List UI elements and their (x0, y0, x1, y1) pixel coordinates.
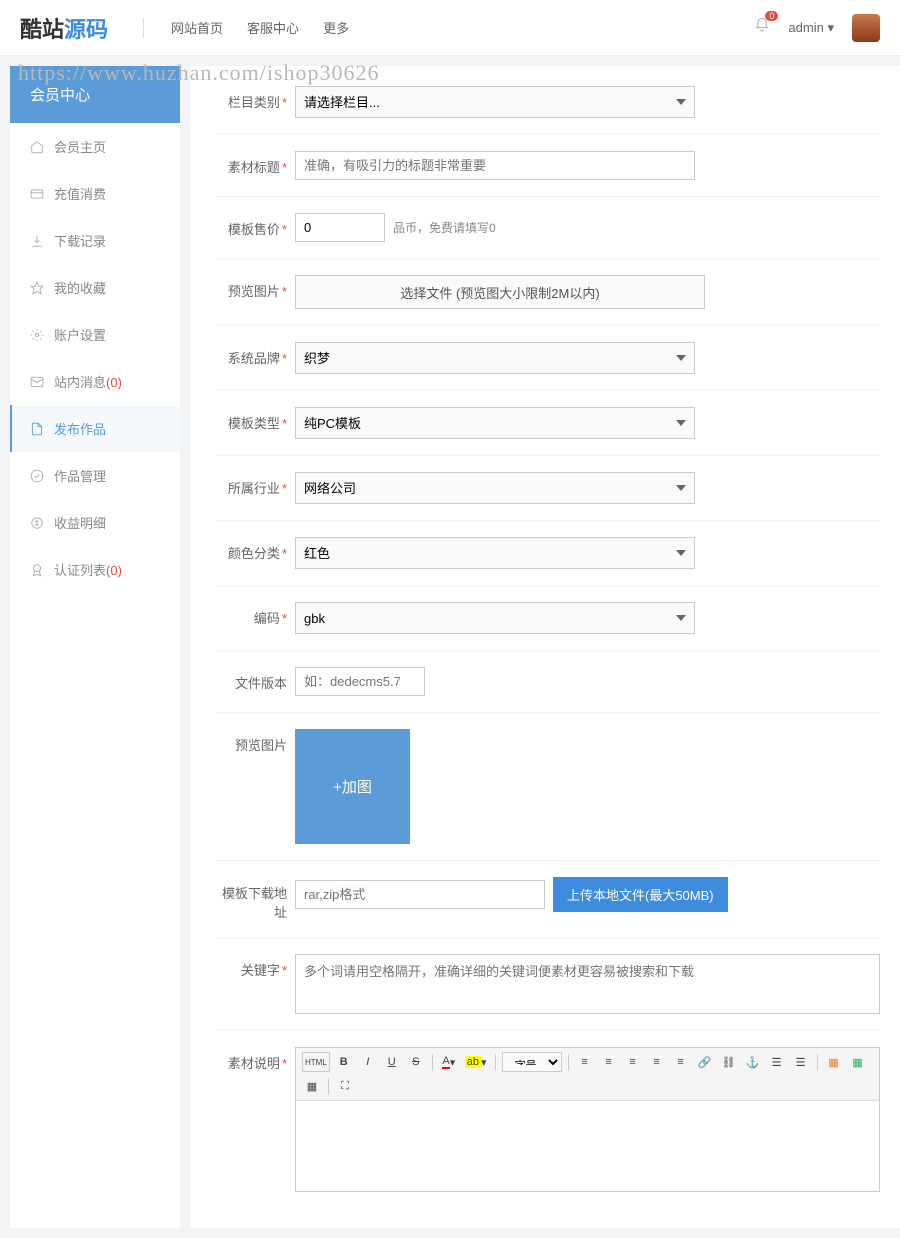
label-preview: 预览图片* (215, 275, 295, 300)
label-encoding: 编码* (215, 602, 295, 627)
fontcolor-icon[interactable]: A▾ (439, 1052, 459, 1072)
input-version[interactable] (295, 667, 425, 696)
sidebar-item-label: 充值消费 (54, 184, 106, 203)
align-left-icon[interactable]: ≡ (623, 1052, 643, 1072)
strike-icon[interactable]: S (406, 1052, 426, 1072)
label-brand: 系统品牌* (215, 342, 295, 367)
select-industry[interactable]: 网络公司 (295, 472, 695, 504)
label-category: 栏目类别* (215, 86, 295, 111)
textarea-keywords[interactable] (295, 954, 880, 1014)
gear-icon (30, 328, 44, 342)
italic-icon[interactable]: I (358, 1052, 378, 1072)
check-icon (30, 469, 44, 483)
editor-body[interactable] (296, 1101, 879, 1191)
avatar[interactable] (852, 14, 880, 42)
sidebar-item-label: 我的收藏 (54, 278, 106, 297)
outdent-icon[interactable]: ≡ (599, 1052, 619, 1072)
sidebar-item-label: 认证列表(0) (54, 560, 122, 579)
bell-icon[interactable]: 0 (754, 17, 770, 38)
anchor-icon[interactable]: ⚓ (743, 1052, 763, 1072)
sidebar-item-6[interactable]: 发布作品 (10, 405, 180, 452)
fullscreen-icon[interactable]: ⛶ (335, 1076, 355, 1096)
sidebar-item-label: 收益明细 (54, 513, 106, 532)
html-source-icon[interactable]: HTML (302, 1052, 330, 1072)
list-ol-icon[interactable]: ☰ (767, 1052, 787, 1072)
badge-icon (30, 563, 44, 577)
home-icon (30, 140, 44, 154)
input-price[interactable] (295, 213, 385, 242)
sidebar-item-label: 会员主页 (54, 137, 106, 156)
rich-editor: HTML B I U S A▾ ab▾ 字号 ≡ ≡ ≡ (295, 1047, 880, 1192)
notif-badge: 0 (765, 11, 778, 21)
label-price: 模板售价* (215, 213, 295, 238)
list-ul-icon[interactable]: ☰ (791, 1052, 811, 1072)
add-image-button[interactable]: +加图 (295, 729, 410, 844)
input-download[interactable] (295, 880, 545, 909)
label-title: 素材标题* (215, 151, 295, 176)
coin-icon (30, 516, 44, 530)
underline-icon[interactable]: U (382, 1052, 402, 1072)
bgcolor-icon[interactable]: ab▾ (463, 1052, 489, 1072)
align-right-icon[interactable]: ≡ (671, 1052, 691, 1072)
label-version: 文件版本 (215, 667, 295, 692)
table-icon[interactable]: ▦ (302, 1076, 322, 1096)
link-icon[interactable]: 🔗 (695, 1052, 715, 1072)
sidebar-item-7[interactable]: 作品管理 (10, 452, 180, 499)
sidebar-item-label: 下载记录 (54, 231, 106, 250)
nav-service[interactable]: 客服中心 (247, 18, 299, 37)
sidebar-item-label: 账户设置 (54, 325, 106, 344)
nav-more[interactable]: 更多 (323, 18, 349, 37)
label-desc: 素材说明* (215, 1047, 295, 1072)
sidebar-title: 会员中心 (10, 66, 180, 123)
sidebar-item-8[interactable]: 收益明细 (10, 499, 180, 546)
top-header: 酷站源码 网站首页 客服中心 更多 0 admin ▾ (0, 0, 900, 56)
sidebar-item-0[interactable]: 会员主页 (10, 123, 180, 170)
fontsize-select[interactable]: 字号 (502, 1052, 562, 1072)
upload-button[interactable]: 上传本地文件(最大50MB) (553, 877, 728, 912)
credit-icon (30, 187, 44, 201)
file-select-button[interactable]: 选择文件 (预览图大小限制2M以内) (295, 275, 705, 309)
main-form: 栏目类别* 请选择栏目... 素材标题* 模板售价* 品币，免费请填写0 预览图… (190, 66, 900, 1228)
nav-home[interactable]: 网站首页 (171, 18, 223, 37)
label-download: 模板下载地址 (215, 877, 295, 921)
download-icon (30, 234, 44, 248)
select-category[interactable]: 请选择栏目... (295, 86, 695, 118)
label-previewimg: 预览图片 (215, 729, 295, 754)
hint-price: 品币，免费请填写0 (393, 219, 496, 236)
select-encoding[interactable]: gbk (295, 602, 695, 634)
sidebar-item-9[interactable]: 认证列表(0) (10, 546, 180, 593)
doc-icon (30, 422, 44, 436)
input-title[interactable] (295, 151, 695, 180)
select-brand[interactable]: 织梦 (295, 342, 695, 374)
image-icon[interactable]: ▦ (824, 1052, 844, 1072)
sidebar-item-5[interactable]: 站内消息(0) (10, 358, 180, 405)
indent-icon[interactable]: ≡ (575, 1052, 595, 1072)
sidebar-item-1[interactable]: 充值消费 (10, 170, 180, 217)
editor-toolbar: HTML B I U S A▾ ab▾ 字号 ≡ ≡ ≡ (296, 1048, 879, 1101)
sidebar-item-2[interactable]: 下载记录 (10, 217, 180, 264)
select-color[interactable]: 红色 (295, 537, 695, 569)
select-tpltype[interactable]: 纯PC模板 (295, 407, 695, 439)
sidebar: 会员中心 会员主页充值消费下载记录我的收藏账户设置站内消息(0) 发布作品作品管理… (10, 66, 180, 1228)
unlink-icon[interactable]: ⛓ (719, 1052, 739, 1072)
label-tpltype: 模板类型* (215, 407, 295, 432)
sidebar-item-3[interactable]: 我的收藏 (10, 264, 180, 311)
logo[interactable]: 酷站源码 (20, 12, 108, 44)
sidebar-item-label: 作品管理 (54, 466, 106, 485)
label-keywords: 关键字* (215, 954, 295, 979)
sidebar-item-label: 站内消息(0) (54, 372, 122, 391)
align-center-icon[interactable]: ≡ (647, 1052, 667, 1072)
label-color: 颜色分类* (215, 537, 295, 562)
bold-icon[interactable]: B (334, 1052, 354, 1072)
sidebar-item-label: 发布作品 (54, 419, 106, 438)
mail-icon (30, 375, 44, 389)
user-menu[interactable]: admin ▾ (788, 20, 834, 36)
label-industry: 所属行业* (215, 472, 295, 497)
star-icon (30, 281, 44, 295)
sidebar-item-4[interactable]: 账户设置 (10, 311, 180, 358)
media-icon[interactable]: ▦ (848, 1052, 868, 1072)
divider (143, 18, 144, 38)
